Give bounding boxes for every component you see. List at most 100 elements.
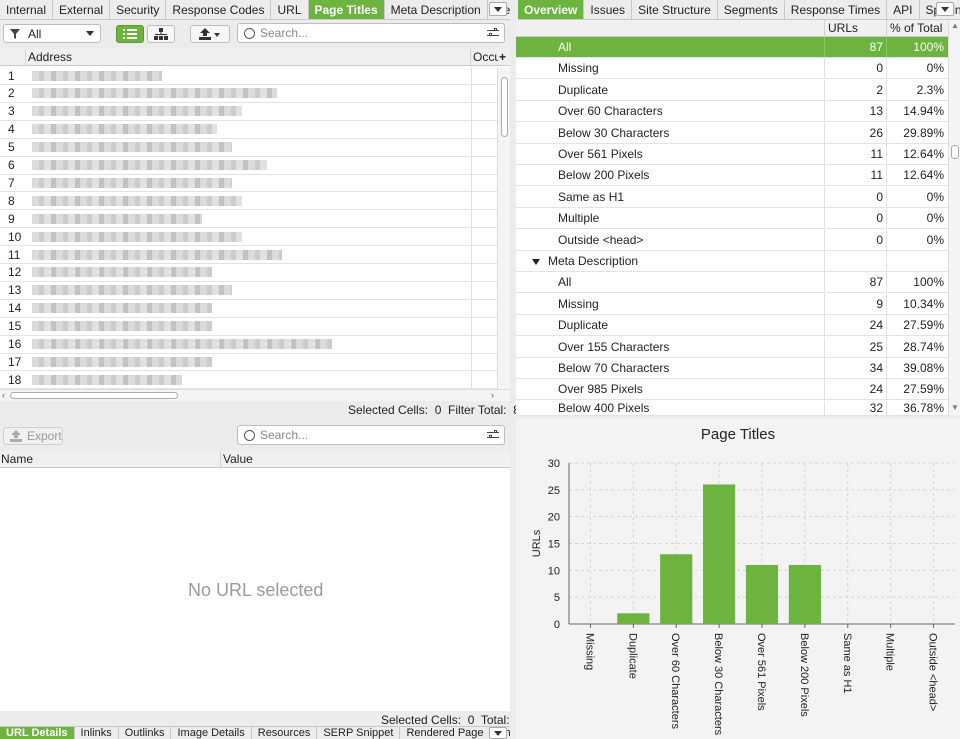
- overview-row[interactable]: Same as H1 0 0%: [516, 186, 948, 208]
- search-options-icon[interactable]: [487, 28, 499, 38]
- overview-row[interactable]: Over 985 Pixels 24 27.59%: [516, 379, 948, 401]
- bottom-tab-2[interactable]: Outlinks: [118, 727, 172, 739]
- overview-row[interactable]: Over 561 Pixels 11 12.64%: [516, 144, 948, 165]
- scroll-right-icon[interactable]: ›: [491, 390, 494, 400]
- overview-row[interactable]: Below 70 Characters 34 39.08%: [516, 358, 948, 379]
- tree-view-button[interactable]: [147, 25, 175, 43]
- right-tabs-overflow-button[interactable]: [936, 2, 954, 16]
- url-row[interactable]: 8: [0, 192, 497, 211]
- url-row[interactable]: 17: [0, 353, 497, 372]
- right-tab-2[interactable]: Site Structure: [632, 0, 718, 19]
- url-search-field[interactable]: [237, 23, 505, 43]
- overview-row[interactable]: Outside <head> 0 0%: [516, 229, 948, 251]
- url-row[interactable]: 9: [0, 210, 497, 229]
- overview-row[interactable]: Below 400 Pixels 32 36.78%: [516, 400, 948, 416]
- overview-row[interactable]: All 87 100%: [516, 37, 948, 58]
- overview-row[interactable]: Below 30 Characters 26 29.89%: [516, 122, 948, 144]
- url-row[interactable]: 11: [0, 246, 497, 264]
- url-table-status: Selected Cells: 0 Filter Total: 87: [348, 403, 527, 417]
- overview-row-text: All: [558, 40, 572, 54]
- url-row[interactable]: 14: [0, 299, 497, 318]
- overview-scrollbar[interactable]: ▲ ▼: [948, 20, 960, 415]
- url-row[interactable]: 18: [0, 371, 497, 389]
- bar[interactable]: [617, 613, 650, 624]
- url-row[interactable]: 2: [0, 84, 497, 103]
- vertical-scrollbar[interactable]: [497, 67, 510, 389]
- scrollbar-thumb[interactable]: [501, 77, 508, 137]
- occurrences-column-header[interactable]: Occu: [471, 50, 498, 64]
- left-tab-5[interactable]: Page Titles: [308, 0, 385, 19]
- overview-scrollbar-thumb[interactable]: [951, 145, 959, 159]
- url-row[interactable]: 6: [0, 156, 497, 175]
- export-button[interactable]: [190, 25, 230, 43]
- left-tab-2[interactable]: Security: [110, 0, 167, 19]
- bar[interactable]: [703, 484, 736, 624]
- url-row[interactable]: 5: [0, 138, 497, 157]
- overview-row[interactable]: Duplicate 24 27.59%: [516, 315, 948, 337]
- overview-pct-header[interactable]: % of Total: [886, 20, 948, 36]
- url-row[interactable]: 10: [0, 228, 497, 247]
- url-row[interactable]: 3: [0, 102, 497, 121]
- scroll-down-icon[interactable]: ▼: [951, 403, 959, 412]
- overview-row[interactable]: All 87 100%: [516, 272, 948, 294]
- overview-row[interactable]: Duplicate 2 2.3%: [516, 79, 948, 101]
- url-row[interactable]: 15: [0, 317, 497, 336]
- name-column-header[interactable]: Name: [0, 451, 221, 467]
- left-tabs-overflow-button[interactable]: [489, 2, 507, 16]
- url-row[interactable]: 1: [0, 67, 497, 85]
- detail-export-button[interactable]: Export: [3, 427, 63, 445]
- url-row[interactable]: 12: [0, 263, 497, 282]
- bar[interactable]: [745, 564, 779, 624]
- url-search-input[interactable]: [260, 26, 487, 40]
- overview-header: URLs % of Total: [516, 20, 948, 37]
- bottom-tab-6[interactable]: Rendered Page: [400, 727, 491, 739]
- value-column-header[interactable]: Value: [221, 452, 253, 466]
- overview-row[interactable]: Multiple 0 0%: [516, 208, 948, 230]
- overview-section-row[interactable]: Meta Description: [516, 251, 948, 272]
- collapse-icon[interactable]: [532, 259, 540, 265]
- add-column-button[interactable]: +: [498, 50, 506, 64]
- bottom-tabs-overflow-button[interactable]: [489, 727, 507, 739]
- horizontal-scrollbar[interactable]: ‹ ›: [0, 389, 510, 401]
- url-row[interactable]: 4: [0, 120, 497, 139]
- address-column-header[interactable]: Address: [26, 49, 471, 65]
- bottom-tab-0[interactable]: URL Details: [0, 727, 75, 739]
- right-tab-3[interactable]: Segments: [717, 0, 785, 19]
- overview-row-text: Below 400 Pixels: [558, 400, 650, 415]
- bar[interactable]: [660, 554, 693, 624]
- bottom-tab-1[interactable]: Inlinks: [74, 727, 119, 739]
- bottom-tab-4[interactable]: Resources: [251, 727, 318, 739]
- left-tab-4[interactable]: URL: [271, 0, 309, 19]
- url-row[interactable]: 16: [0, 335, 497, 354]
- overview-row[interactable]: Over 155 Characters 25 28.74%: [516, 336, 948, 358]
- scroll-left-icon[interactable]: ‹: [2, 390, 5, 400]
- overview-row[interactable]: Over 60 Characters 13 14.94%: [516, 101, 948, 123]
- left-tab-6[interactable]: Meta Description: [384, 0, 488, 19]
- overview-urls-header[interactable]: URLs: [824, 20, 886, 36]
- chevron-down-icon: [86, 31, 94, 36]
- left-tab-3[interactable]: Response Codes: [166, 0, 272, 19]
- search-options-icon[interactable]: [487, 430, 499, 440]
- scroll-up-icon[interactable]: ▲: [951, 21, 959, 30]
- right-tab-4[interactable]: Response Times: [784, 0, 888, 19]
- left-tab-0[interactable]: Internal: [0, 0, 54, 19]
- detail-search-input[interactable]: [260, 428, 487, 442]
- bar[interactable]: [788, 564, 821, 624]
- filter-dropdown[interactable]: All: [3, 24, 101, 43]
- url-row[interactable]: 13: [0, 281, 497, 300]
- url-row[interactable]: 7: [0, 174, 497, 193]
- overview-row[interactable]: Missing 9 10.34%: [516, 293, 948, 315]
- left-tab-1[interactable]: External: [53, 0, 111, 19]
- overview-row[interactable]: Missing 0 0%: [516, 58, 948, 80]
- list-view-button[interactable]: [116, 25, 144, 43]
- h-scrollbar-thumb[interactable]: [10, 392, 178, 399]
- detail-search-field[interactable]: [237, 425, 505, 445]
- redacted-address: [26, 88, 471, 99]
- occurrences-cell: [471, 281, 497, 299]
- overview-row[interactable]: Below 200 Pixels 11 12.64%: [516, 165, 948, 187]
- right-tab-1[interactable]: Issues: [584, 0, 633, 19]
- right-tab-5[interactable]: API: [887, 0, 920, 19]
- bottom-tab-5[interactable]: SERP Snippet: [317, 727, 401, 739]
- bottom-tab-3[interactable]: Image Details: [171, 727, 252, 739]
- right-tab-0[interactable]: Overview: [518, 0, 585, 19]
